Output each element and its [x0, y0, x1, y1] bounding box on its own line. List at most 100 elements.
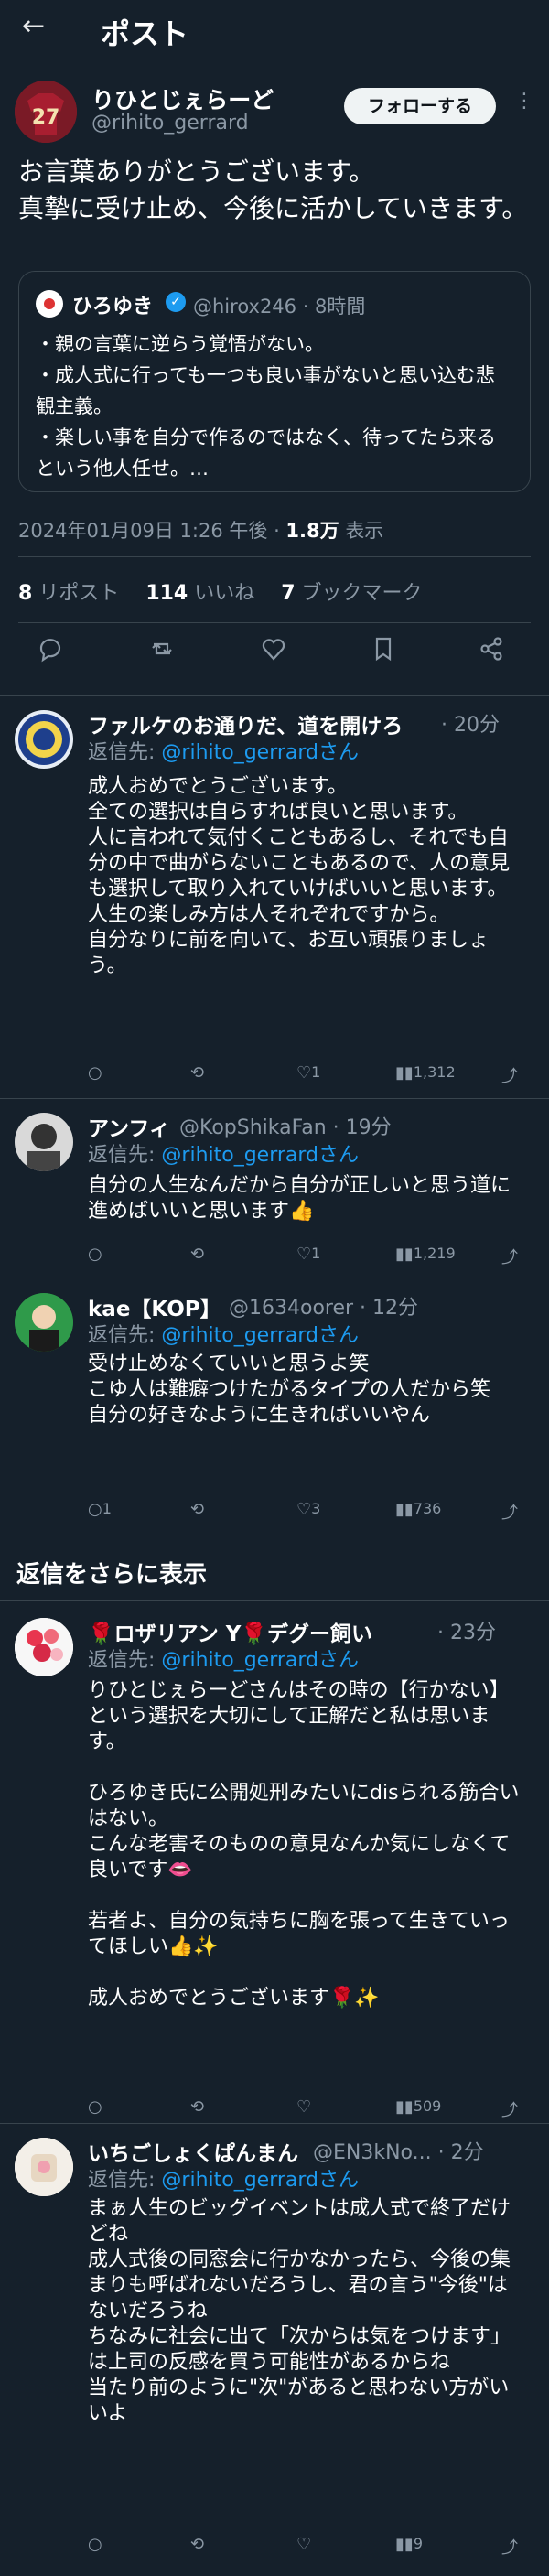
repost-icon[interactable]: ⟲: [190, 2097, 204, 2117]
views-count: 1,219: [413, 1245, 456, 1262]
like-icon[interactable]: ♡: [296, 2097, 311, 2117]
reply-actions: ○ ⟲ ♡ 1 ▮▮ 1,312 ⤴: [88, 1063, 527, 1091]
follow-button[interactable]: フォローする: [344, 88, 496, 124]
reply-icon[interactable]: ○: [88, 1245, 102, 1264]
reply-to-handle[interactable]: @rihito_gerrardさん: [161, 741, 359, 764]
reply-icon[interactable]: [37, 635, 64, 669]
views-icon[interactable]: ▮▮ 509: [395, 2097, 441, 2117]
reply-item[interactable]: 🌹ロザリアン Y🌹デグー飼い · 23分 返信先: @rihito_gerrar…: [0, 1611, 549, 2123]
like-icon[interactable]: ♡: [296, 2535, 311, 2554]
reply-to-label: 返信先:: [88, 741, 162, 764]
reply-item[interactable]: ファルケのお通りだ、道を開けろ · 20分 返信先: @rihito_gerra…: [0, 705, 549, 1098]
share-icon[interactable]: ⤴: [501, 2535, 518, 2559]
bookmark-icon[interactable]: [370, 635, 397, 669]
reply-author-name[interactable]: いちごしょくぱんまん: [88, 2136, 298, 2167]
repost-icon[interactable]: ⟲: [190, 1063, 204, 1083]
reply-avatar[interactable]: [15, 710, 73, 769]
reply-meta: · 23分: [437, 1622, 496, 1644]
like-icon[interactable]: [260, 635, 287, 669]
reply-text: 受け止めなくていいと思うよ笑 こゆ人は難癖つけたがるタイプの人だから笑 自分の好…: [88, 1353, 491, 1427]
repost-icon[interactable]: ⟲: [190, 1245, 204, 1264]
reply-actions: ○ ⟲ ♡ 1 ▮▮ 1,219 ⤴: [88, 1245, 527, 1272]
author-handle[interactable]: @rihito_gerrard: [92, 112, 249, 135]
reply-item[interactable]: kae【KOP】 @1634oorer · 12分 返信先: @rihito_g…: [0, 1286, 549, 1533]
reply-author-name[interactable]: kae【KOP】: [88, 1291, 221, 1322]
reply-icon[interactable]: ○: [88, 2535, 102, 2554]
reply-to-handle[interactable]: @rihito_gerrardさん: [161, 2169, 359, 2192]
reply-text: 成人おめでとうございます。 全ての選択は自らすれば良いと思います。 人に言われて…: [88, 775, 511, 977]
jersey-number: 27: [31, 106, 60, 129]
share-icon[interactable]: ⤴: [501, 1245, 518, 1268]
reply-avatar[interactable]: [15, 1618, 73, 1676]
like-count[interactable]: 114: [145, 582, 188, 605]
reply-to-handle[interactable]: @rihito_gerrardさん: [161, 1649, 359, 1672]
reply-avatar[interactable]: [15, 2138, 73, 2196]
divider: [0, 2123, 549, 2124]
reply-text: まぁ人生のビッグイベントは成人式で終了だけどね 成人式後の同窓会に行かなかったら…: [88, 2197, 511, 2425]
top-bar: ← ポスト: [0, 0, 549, 57]
like-count: 1: [311, 1245, 321, 1262]
reply-text: 自分の人生なんだから自分が正しいと思う道に進めばいいと思います👍: [88, 1174, 511, 1223]
reply-item[interactable]: いちごしょくぱんまん @EN3kNo... · 2分 返信先: @rihito_…: [0, 2132, 549, 2576]
reply-icon[interactable]: ○: [88, 2097, 102, 2117]
views-icon[interactable]: ▮▮ 1,312: [395, 1063, 456, 1083]
share-icon[interactable]: ⤴: [501, 1063, 518, 1087]
repost-icon[interactable]: [148, 635, 176, 669]
reply-actions: ○ ⟲ ♡ ▮▮ 509 ⤴: [88, 2097, 527, 2125]
reply-author-name[interactable]: アンフィ: [88, 1111, 170, 1142]
divider: [0, 1098, 549, 1099]
reply-icon[interactable]: ○ 1: [88, 1500, 112, 1519]
post-timestamp: 2024年01月09日 1:26 午後 · 1.8万 表示: [18, 516, 383, 544]
divider: [0, 1600, 549, 1601]
share-icon[interactable]: ⤴: [501, 2097, 518, 2121]
views-icon[interactable]: ▮▮ 1,219: [395, 1245, 456, 1264]
reply-icon[interactable]: ○: [88, 1063, 102, 1083]
bookmark-label[interactable]: ブックマーク: [296, 582, 423, 605]
quoted-post[interactable]: ひろゆき ✓ @hirox246 · 8時間 ・親の言葉に逆らう覚悟がない。 ・…: [18, 271, 531, 492]
share-icon[interactable]: ⤴: [501, 1500, 518, 1524]
reply-to: 返信先: @rihito_gerrardさん: [88, 1644, 359, 1673]
repost-label[interactable]: リポスト: [32, 582, 119, 605]
views-icon[interactable]: ▮▮ 736: [395, 1500, 441, 1519]
reply-actions: ○ 1 ⟲ ♡ 3 ▮▮ 736 ⤴: [88, 1500, 527, 1527]
like-icon[interactable]: ♡ 1: [296, 1245, 320, 1264]
reply-to-label: 返信先:: [88, 1144, 162, 1167]
repost-icon[interactable]: ⟲: [190, 1500, 204, 1519]
reply-to-handle[interactable]: @rihito_gerrardさん: [161, 1324, 359, 1347]
reply-to: 返信先: @rihito_gerrardさん: [88, 1138, 359, 1168]
divider: [0, 695, 549, 696]
like-label[interactable]: いいね: [188, 582, 254, 605]
repost-count[interactable]: 8: [18, 582, 32, 605]
reply-author-name[interactable]: 🌹ロザリアン Y🌹デグー飼い: [88, 1616, 390, 1647]
views-count: 1,312: [413, 1063, 456, 1081]
quote-avatar: [36, 290, 63, 318]
verified-badge-icon: ✓: [166, 292, 186, 312]
post-text: お言葉ありがとうございます。 真摯に受け止め、今後に活かしていきます。: [18, 156, 528, 223]
views-label: 表示: [339, 520, 384, 542]
views-icon[interactable]: ▮▮ 9: [395, 2535, 423, 2554]
reply-actions: ○ ⟲ ♡ ▮▮ 9 ⤴: [88, 2535, 527, 2562]
reply-meta: @1634oorer · 12分: [229, 1297, 419, 1320]
back-arrow-icon[interactable]: ←: [22, 13, 45, 40]
author-name[interactable]: りひとじぇらーど: [92, 82, 274, 115]
repost-icon[interactable]: ⟲: [190, 2535, 204, 2554]
share-icon[interactable]: [478, 635, 505, 669]
more-options-icon[interactable]: ⋮: [514, 90, 534, 113]
reply-avatar[interactable]: [15, 1113, 73, 1171]
reply-author-name[interactable]: ファルケのお通りだ、道を開けろ: [88, 708, 403, 739]
reply-to: 返信先: @rihito_gerrardさん: [88, 2163, 359, 2193]
reply-avatar[interactable]: [15, 1293, 73, 1352]
author-avatar[interactable]: 27: [15, 81, 77, 143]
like-icon[interactable]: ♡ 1: [296, 1063, 320, 1083]
views-count: 509: [413, 2097, 442, 2115]
views-count: 9: [413, 2535, 423, 2552]
reply-meta: @EN3kNo... · 2分: [313, 2141, 484, 2164]
show-more-replies[interactable]: 返信をさらに表示: [16, 1556, 207, 1590]
reply-to-handle[interactable]: @rihito_gerrardさん: [161, 1144, 359, 1167]
reply-to-label: 返信先:: [88, 1324, 162, 1347]
bookmark-count[interactable]: 7: [281, 582, 295, 605]
reply-item[interactable]: アンフィ @KopShikaFan · 19分 返信先: @rihito_ger…: [0, 1107, 549, 1277]
reply-count: 1: [102, 1500, 112, 1517]
like-icon[interactable]: ♡ 3: [296, 1500, 320, 1519]
reply-to: 返信先: @rihito_gerrardさん: [88, 736, 359, 765]
